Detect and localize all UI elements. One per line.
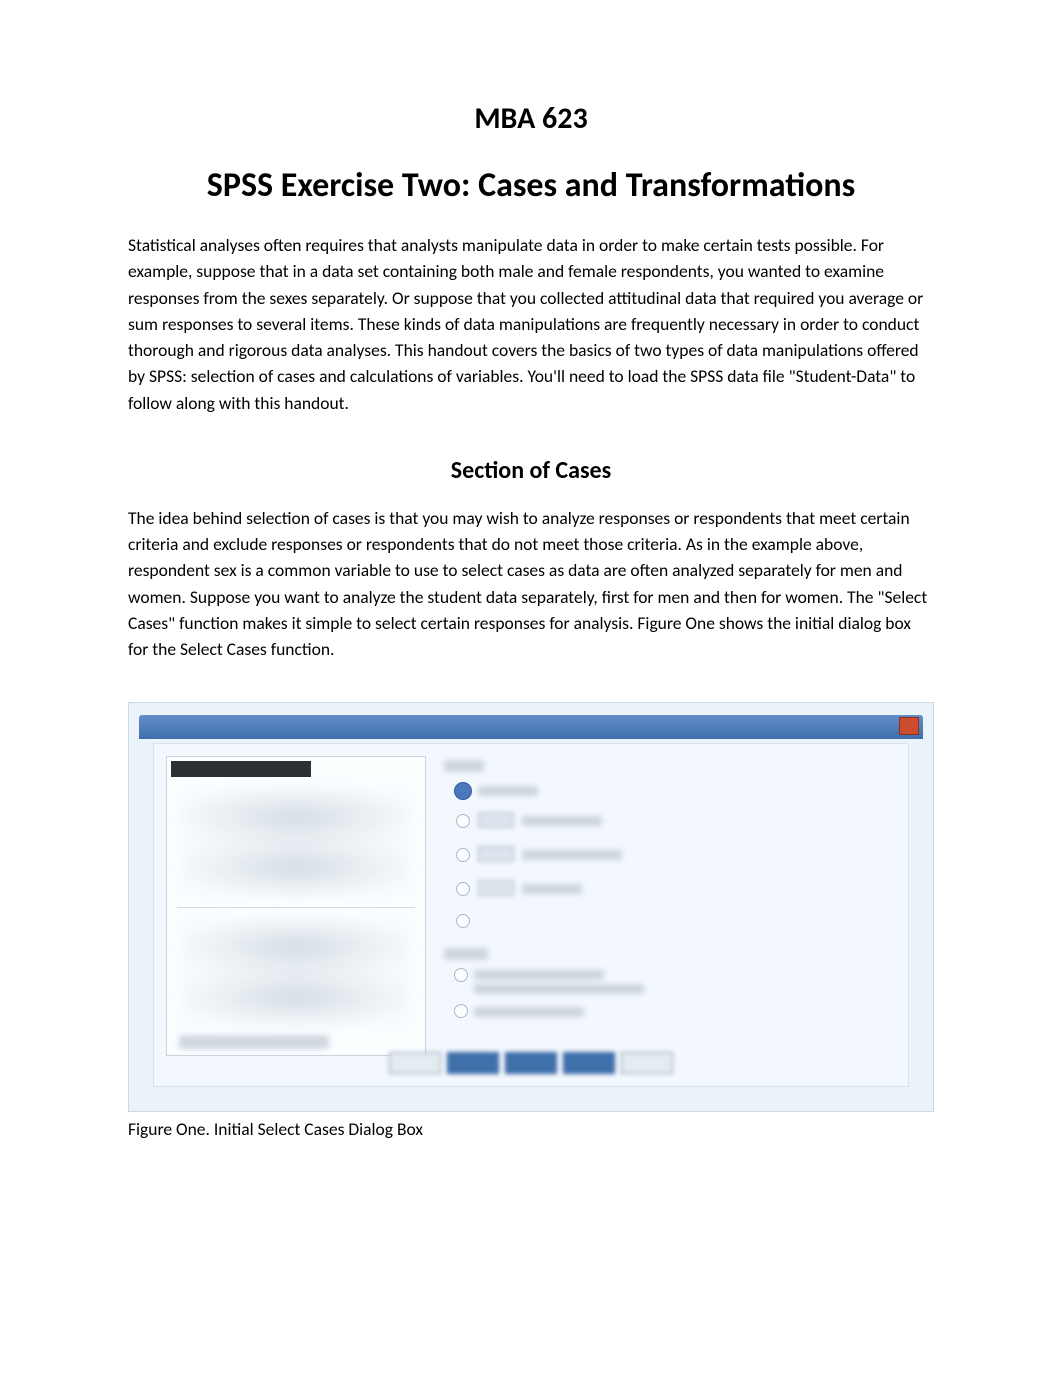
paste-button[interactable]	[447, 1052, 499, 1074]
cancel-button[interactable]	[563, 1052, 615, 1074]
if-button[interactable]	[478, 812, 514, 828]
reset-button[interactable]	[505, 1052, 557, 1074]
radio-label	[474, 1007, 584, 1017]
document-title: SPSS Exercise Two: Cases and Transformat…	[128, 165, 934, 206]
sample-button[interactable]	[478, 846, 514, 862]
close-icon[interactable]	[899, 717, 919, 735]
range-button[interactable]	[478, 880, 514, 896]
dialog-button-row	[154, 1052, 908, 1076]
output-group-label	[444, 948, 488, 960]
section-heading: Section of Cases	[128, 456, 934, 485]
figure-caption: Figure One. Initial Select Cases Dialog …	[128, 1118, 934, 1140]
listbox-header	[171, 761, 311, 777]
ok-button[interactable]	[389, 1052, 441, 1074]
radio-label	[478, 786, 538, 796]
radio-label	[522, 884, 582, 894]
radio-copy-dataset[interactable]	[454, 1004, 468, 1018]
dialog-body	[153, 743, 909, 1087]
dialog-titlebar	[139, 715, 923, 739]
select-panel	[444, 756, 896, 936]
radio-if-condition[interactable]	[456, 814, 470, 828]
list-divider	[177, 907, 415, 908]
figure-one: Figure One. Initial Select Cases Dialog …	[128, 702, 934, 1140]
course-header: MBA 623	[128, 100, 934, 137]
list-item	[179, 837, 413, 897]
section-paragraph: The idea behind selection of cases is th…	[128, 505, 934, 663]
list-item	[179, 967, 413, 1027]
radio-label	[522, 850, 622, 860]
select-group-label	[444, 760, 484, 772]
output-panel	[444, 944, 896, 1034]
radio-label	[522, 816, 602, 826]
intro-paragraph: Statistical analyses often requires that…	[128, 232, 934, 416]
radio-label	[474, 970, 604, 980]
select-cases-dialog	[128, 702, 934, 1112]
help-button[interactable]	[621, 1052, 673, 1074]
current-status-label	[179, 1035, 329, 1049]
radio-filter-variable[interactable]	[456, 914, 470, 928]
radio-random-sample[interactable]	[456, 848, 470, 862]
variable-listbox[interactable]	[166, 756, 426, 1056]
radio-range[interactable]	[456, 882, 470, 896]
radio-filter-out[interactable]	[454, 968, 468, 982]
radio-label	[474, 984, 644, 994]
radio-all-cases[interactable]	[454, 782, 472, 800]
